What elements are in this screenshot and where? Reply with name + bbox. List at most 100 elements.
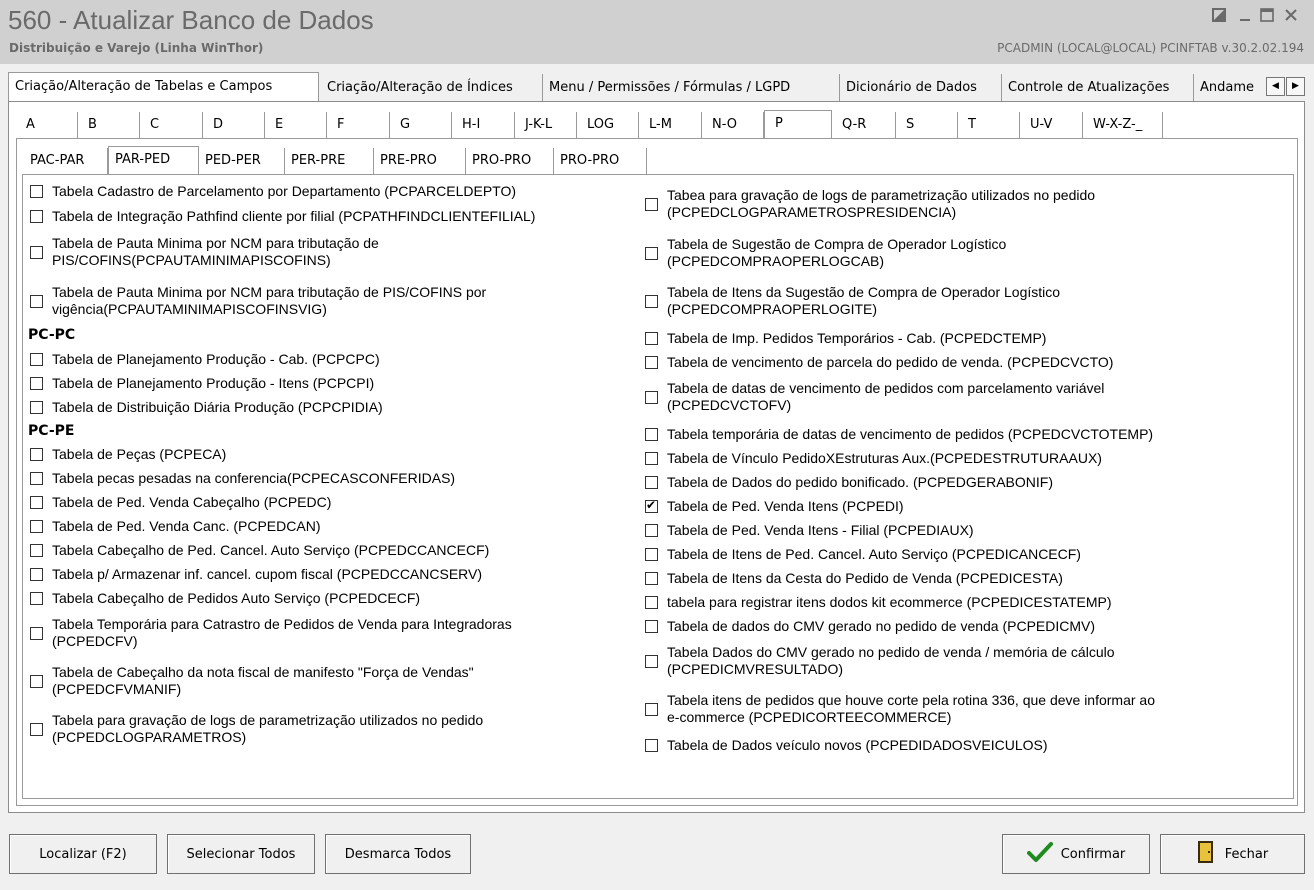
tab-letter-a[interactable]: A: [16, 112, 78, 138]
list-item[interactable]: Tabela de Vínculo PedidoXEstruturas Aux.…: [645, 450, 1102, 467]
checkbox[interactable]: [30, 496, 43, 509]
tab-letter-c[interactable]: C: [140, 112, 203, 138]
tab-letter-h-i[interactable]: H-I: [452, 112, 515, 138]
tab-pro-pro-1[interactable]: PRO-PRO: [466, 148, 554, 174]
list-item[interactable]: Tabea para gravação de logs de parametri…: [645, 187, 1095, 221]
list-item[interactable]: Tabela de datas de vencimento de pedidos…: [645, 380, 1104, 414]
list-item[interactable]: tabela para registrar itens dodos kit ec…: [645, 594, 1112, 611]
tab-criacao-indices[interactable]: Criação/Alteração de Índices: [321, 74, 543, 101]
list-item[interactable]: Tabela de Pauta Minima por NCM para trib…: [30, 284, 486, 318]
checkbox[interactable]: [30, 294, 43, 308]
tab-andamento[interactable]: Andame: [1194, 74, 1268, 101]
tab-letter-q-r[interactable]: Q-R: [832, 112, 896, 138]
list-item[interactable]: Tabela de Imp. Pedidos Temporários - Cab…: [645, 330, 1046, 347]
tab-ped-per[interactable]: PED-PER: [199, 148, 285, 174]
tab-menu-permissoes[interactable]: Menu / Permissões / Fórmulas / LGPD: [543, 74, 840, 101]
tab-letter-s[interactable]: S: [896, 112, 958, 138]
list-item[interactable]: Tabela Cadastro de Parcelamento por Depa…: [30, 183, 516, 200]
scroll-left-icon[interactable]: ◀: [1266, 77, 1285, 96]
tab-letter-b[interactable]: B: [78, 112, 140, 138]
maximize-icon[interactable]: [1256, 4, 1278, 26]
checkbox[interactable]: [30, 377, 43, 390]
tab-letter-f[interactable]: F: [327, 112, 390, 138]
tab-letter-log[interactable]: LOG: [577, 112, 639, 138]
scroll-right-icon[interactable]: ▶: [1286, 77, 1305, 96]
localizar-button[interactable]: Localizar (F2): [9, 834, 157, 874]
restore-icon[interactable]: [1208, 4, 1230, 26]
checkbox[interactable]: [30, 592, 43, 605]
checkbox[interactable]: [645, 452, 658, 465]
tab-pro-pro-2[interactable]: PRO-PRO: [554, 148, 647, 174]
tab-letter-t[interactable]: T: [958, 112, 1020, 138]
list-item[interactable]: Tabela de Integração Pathfind cliente po…: [30, 208, 535, 225]
checkbox[interactable]: [30, 626, 43, 640]
list-item[interactable]: Tabela de Ped. Venda Itens - Filial (PCP…: [645, 522, 974, 539]
list-item[interactable]: Tabela temporária de datas de vencimento…: [645, 426, 1153, 443]
list-item[interactable]: Tabela de Itens de Ped. Cancel. Auto Ser…: [645, 546, 1081, 563]
list-item[interactable]: Tabela de dados do CMV gerado no pedido …: [645, 618, 1095, 635]
list-item[interactable]: Tabela pecas pesadas na conferencia(PCPE…: [30, 470, 455, 487]
confirmar-button[interactable]: Confirmar: [1002, 834, 1150, 874]
tab-letter-j-k-l[interactable]: J-K-L: [515, 112, 577, 138]
tab-letter-p[interactable]: P: [764, 110, 832, 138]
tab-pre-pro[interactable]: PRE-PRO: [374, 148, 466, 174]
list-item[interactable]: Tabela de vencimento de parcela do pedid…: [645, 354, 1113, 371]
checkbox[interactable]: [645, 294, 658, 308]
tab-letter-w-x-z[interactable]: W-X-Z-_: [1083, 112, 1163, 138]
list-item[interactable]: Tabela de Sugestão de Compra de Operador…: [645, 236, 1006, 270]
checkbox[interactable]: [30, 448, 43, 461]
desmarca-todos-button[interactable]: Desmarca Todos: [325, 834, 471, 874]
list-item[interactable]: Tabela de Itens da Sugestão de Compra de…: [645, 284, 1060, 318]
list-item[interactable]: Tabela de Distribuição Diária Produção (…: [30, 399, 383, 416]
list-item[interactable]: Tabela de Itens da Cesta do Pedido de Ve…: [645, 570, 1063, 587]
list-item[interactable]: Tabela Cabeçalho de Ped. Cancel. Auto Se…: [30, 542, 489, 559]
checkbox[interactable]: [30, 520, 43, 533]
checkbox[interactable]: [30, 674, 43, 688]
list-item[interactable]: Tabela para gravação de logs de parametr…: [30, 712, 483, 746]
checkbox[interactable]: [30, 185, 43, 198]
checkbox-checked[interactable]: [645, 500, 658, 513]
tab-criacao-tabelas[interactable]: Criação/Alteração de Tabelas e Campos: [8, 72, 319, 101]
list-item[interactable]: Tabela de Peças (PCPECA): [30, 446, 226, 463]
checkbox[interactable]: [645, 428, 658, 441]
tab-pac-par[interactable]: PAC-PAR: [24, 148, 108, 174]
list-item[interactable]: Tabela de Planejamento Produção - Itens …: [30, 375, 374, 392]
checkbox[interactable]: [645, 739, 658, 752]
list-item[interactable]: Tabela Cabeçalho de Pedidos Auto Serviço…: [30, 590, 420, 607]
checkbox[interactable]: [645, 476, 658, 489]
checkbox[interactable]: [645, 702, 658, 716]
list-item[interactable]: Tabela Temporária para Catrastro de Pedi…: [30, 616, 512, 650]
list-item[interactable]: Tabela de Cabeçalho da nota fiscal de ma…: [30, 664, 474, 698]
tab-dicionario[interactable]: Dicionário de Dados: [840, 74, 1002, 101]
checkbox[interactable]: [645, 548, 658, 561]
list-item[interactable]: Tabela de Ped. Venda Itens (PCPEDI): [645, 498, 904, 515]
checkbox[interactable]: [645, 654, 658, 668]
checkbox[interactable]: [645, 620, 658, 633]
checkbox[interactable]: [30, 245, 43, 259]
tab-letter-g[interactable]: G: [390, 112, 452, 138]
tab-letter-u-v[interactable]: U-V: [1020, 112, 1083, 138]
list-item[interactable]: Tabela de Dados do pedido bonificado. (P…: [645, 474, 1053, 491]
tab-letter-d[interactable]: D: [203, 112, 265, 138]
checkbox[interactable]: [645, 197, 658, 211]
tab-par-ped[interactable]: PAR-PED: [108, 146, 199, 174]
checkbox[interactable]: [30, 210, 43, 223]
checkbox[interactable]: [645, 524, 658, 537]
checkbox[interactable]: [645, 572, 658, 585]
checkbox[interactable]: [645, 356, 658, 369]
list-item[interactable]: Tabela p/ Armazenar inf. cancel. cupom f…: [30, 566, 482, 583]
checkbox[interactable]: [645, 596, 658, 609]
fechar-button[interactable]: Fechar: [1160, 834, 1305, 874]
tab-controle-atualizacoes[interactable]: Controle de Atualizações: [1002, 74, 1194, 101]
list-item[interactable]: Tabela de Ped. Venda Cabeçalho (PCPEDC): [30, 494, 331, 511]
checkbox[interactable]: [645, 390, 658, 404]
list-item[interactable]: Tabela de Pauta Minima por NCM para trib…: [30, 235, 379, 269]
tab-per-pre[interactable]: PER-PRE: [285, 148, 374, 174]
minimize-icon[interactable]: [1234, 4, 1256, 26]
checkbox[interactable]: [645, 332, 658, 345]
tab-letter-l-m[interactable]: L-M: [639, 112, 702, 138]
tab-letter-e[interactable]: E: [265, 112, 327, 138]
checkbox[interactable]: [30, 401, 43, 414]
list-item[interactable]: Tabela de Dados veículo novos (PCPEDIDAD…: [645, 737, 1048, 754]
close-icon[interactable]: [1280, 4, 1302, 26]
